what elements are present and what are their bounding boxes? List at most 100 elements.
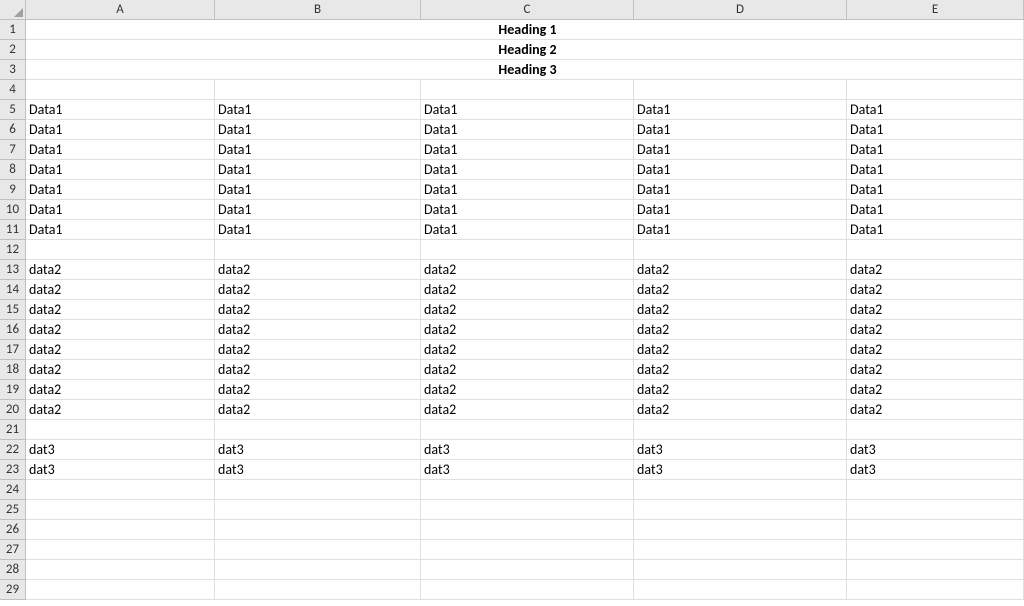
row-header-21[interactable]: 21 bbox=[0, 420, 26, 440]
cell-E15[interactable]: data2 bbox=[847, 300, 1024, 320]
cell-E3[interactable] bbox=[847, 60, 1024, 80]
cell-C6[interactable]: Data1 bbox=[421, 120, 634, 140]
cell-B16[interactable]: data2 bbox=[215, 320, 421, 340]
row-header-17[interactable]: 17 bbox=[0, 340, 26, 360]
cell-E6[interactable]: Data1 bbox=[847, 120, 1024, 140]
cell-B3[interactable] bbox=[215, 60, 421, 80]
row-header-8[interactable]: 8 bbox=[0, 160, 26, 180]
cell-D13[interactable]: data2 bbox=[634, 260, 847, 280]
cell-A29[interactable] bbox=[26, 580, 215, 600]
cell-C15[interactable]: data2 bbox=[421, 300, 634, 320]
cell-D8[interactable]: Data1 bbox=[634, 160, 847, 180]
cell-D14[interactable]: data2 bbox=[634, 280, 847, 300]
cell-D25[interactable] bbox=[634, 500, 847, 520]
cell-C25[interactable] bbox=[421, 500, 634, 520]
cell-E27[interactable] bbox=[847, 540, 1024, 560]
cell-B14[interactable]: data2 bbox=[215, 280, 421, 300]
column-header-D[interactable]: D bbox=[634, 0, 847, 20]
cell-B29[interactable] bbox=[215, 580, 421, 600]
cell-B10[interactable]: Data1 bbox=[215, 200, 421, 220]
cell-E12[interactable] bbox=[847, 240, 1024, 260]
cell-D18[interactable]: data2 bbox=[634, 360, 847, 380]
row-header-29[interactable]: 29 bbox=[0, 580, 26, 600]
cell-C26[interactable] bbox=[421, 520, 634, 540]
row-header-26[interactable]: 26 bbox=[0, 520, 26, 540]
cell-B4[interactable] bbox=[215, 80, 421, 100]
row-header-23[interactable]: 23 bbox=[0, 460, 26, 480]
cell-A20[interactable]: data2 bbox=[26, 400, 215, 420]
cell-D12[interactable] bbox=[634, 240, 847, 260]
cell-C12[interactable] bbox=[421, 240, 634, 260]
cell-C19[interactable]: data2 bbox=[421, 380, 634, 400]
cell-A4[interactable] bbox=[26, 80, 215, 100]
cell-C10[interactable]: Data1 bbox=[421, 200, 634, 220]
cell-E4[interactable] bbox=[847, 80, 1024, 100]
cell-D7[interactable]: Data1 bbox=[634, 140, 847, 160]
cell-A6[interactable]: Data1 bbox=[26, 120, 215, 140]
cell-B15[interactable]: data2 bbox=[215, 300, 421, 320]
cell-B8[interactable]: Data1 bbox=[215, 160, 421, 180]
cell-E19[interactable]: data2 bbox=[847, 380, 1024, 400]
cell-C21[interactable] bbox=[421, 420, 634, 440]
cell-A14[interactable]: data2 bbox=[26, 280, 215, 300]
cell-B25[interactable] bbox=[215, 500, 421, 520]
cell-E28[interactable] bbox=[847, 560, 1024, 580]
cell-A8[interactable]: Data1 bbox=[26, 160, 215, 180]
cell-C9[interactable]: Data1 bbox=[421, 180, 634, 200]
cell-B13[interactable]: data2 bbox=[215, 260, 421, 280]
cell-A17[interactable]: data2 bbox=[26, 340, 215, 360]
cell-B18[interactable]: data2 bbox=[215, 360, 421, 380]
cell-D21[interactable] bbox=[634, 420, 847, 440]
cell-E22[interactable]: dat3 bbox=[847, 440, 1024, 460]
cell-D5[interactable]: Data1 bbox=[634, 100, 847, 120]
cell-C7[interactable]: Data1 bbox=[421, 140, 634, 160]
cell-B20[interactable]: data2 bbox=[215, 400, 421, 420]
cell-E18[interactable]: data2 bbox=[847, 360, 1024, 380]
cell-D17[interactable]: data2 bbox=[634, 340, 847, 360]
cell-B2[interactable] bbox=[215, 40, 421, 60]
row-header-7[interactable]: 7 bbox=[0, 140, 26, 160]
cell-C28[interactable] bbox=[421, 560, 634, 580]
cell-A15[interactable]: data2 bbox=[26, 300, 215, 320]
cell-E7[interactable]: Data1 bbox=[847, 140, 1024, 160]
cell-A25[interactable] bbox=[26, 500, 215, 520]
row-header-14[interactable]: 14 bbox=[0, 280, 26, 300]
cell-D6[interactable]: Data1 bbox=[634, 120, 847, 140]
cell-A12[interactable] bbox=[26, 240, 215, 260]
cell-B27[interactable] bbox=[215, 540, 421, 560]
row-header-24[interactable]: 24 bbox=[0, 480, 26, 500]
cell-B12[interactable] bbox=[215, 240, 421, 260]
cell-B1[interactable] bbox=[215, 20, 421, 40]
cell-C8[interactable]: Data1 bbox=[421, 160, 634, 180]
column-header-A[interactable]: A bbox=[26, 0, 215, 20]
cell-E9[interactable]: Data1 bbox=[847, 180, 1024, 200]
cell-A27[interactable] bbox=[26, 540, 215, 560]
column-header-B[interactable]: B bbox=[215, 0, 421, 20]
row-header-6[interactable]: 6 bbox=[0, 120, 26, 140]
row-header-28[interactable]: 28 bbox=[0, 560, 26, 580]
cell-C2[interactable]: Heading 2 bbox=[421, 40, 634, 60]
cell-E2[interactable] bbox=[847, 40, 1024, 60]
row-header-20[interactable]: 20 bbox=[0, 400, 26, 420]
cell-A22[interactable]: dat3 bbox=[26, 440, 215, 460]
column-header-E[interactable]: E bbox=[847, 0, 1024, 20]
row-header-1[interactable]: 1 bbox=[0, 20, 26, 40]
row-header-19[interactable]: 19 bbox=[0, 380, 26, 400]
cell-D22[interactable]: dat3 bbox=[634, 440, 847, 460]
cell-C17[interactable]: data2 bbox=[421, 340, 634, 360]
cell-E23[interactable]: dat3 bbox=[847, 460, 1024, 480]
cell-E26[interactable] bbox=[847, 520, 1024, 540]
cell-E11[interactable]: Data1 bbox=[847, 220, 1024, 240]
cell-E20[interactable]: data2 bbox=[847, 400, 1024, 420]
row-header-4[interactable]: 4 bbox=[0, 80, 26, 100]
cell-C11[interactable]: Data1 bbox=[421, 220, 634, 240]
row-header-9[interactable]: 9 bbox=[0, 180, 26, 200]
cell-B19[interactable]: data2 bbox=[215, 380, 421, 400]
cell-A23[interactable]: dat3 bbox=[26, 460, 215, 480]
cell-A3[interactable] bbox=[26, 60, 215, 80]
cell-D16[interactable]: data2 bbox=[634, 320, 847, 340]
cell-A19[interactable]: data2 bbox=[26, 380, 215, 400]
row-header-13[interactable]: 13 bbox=[0, 260, 26, 280]
cell-A1[interactable] bbox=[26, 20, 215, 40]
cell-C22[interactable]: dat3 bbox=[421, 440, 634, 460]
